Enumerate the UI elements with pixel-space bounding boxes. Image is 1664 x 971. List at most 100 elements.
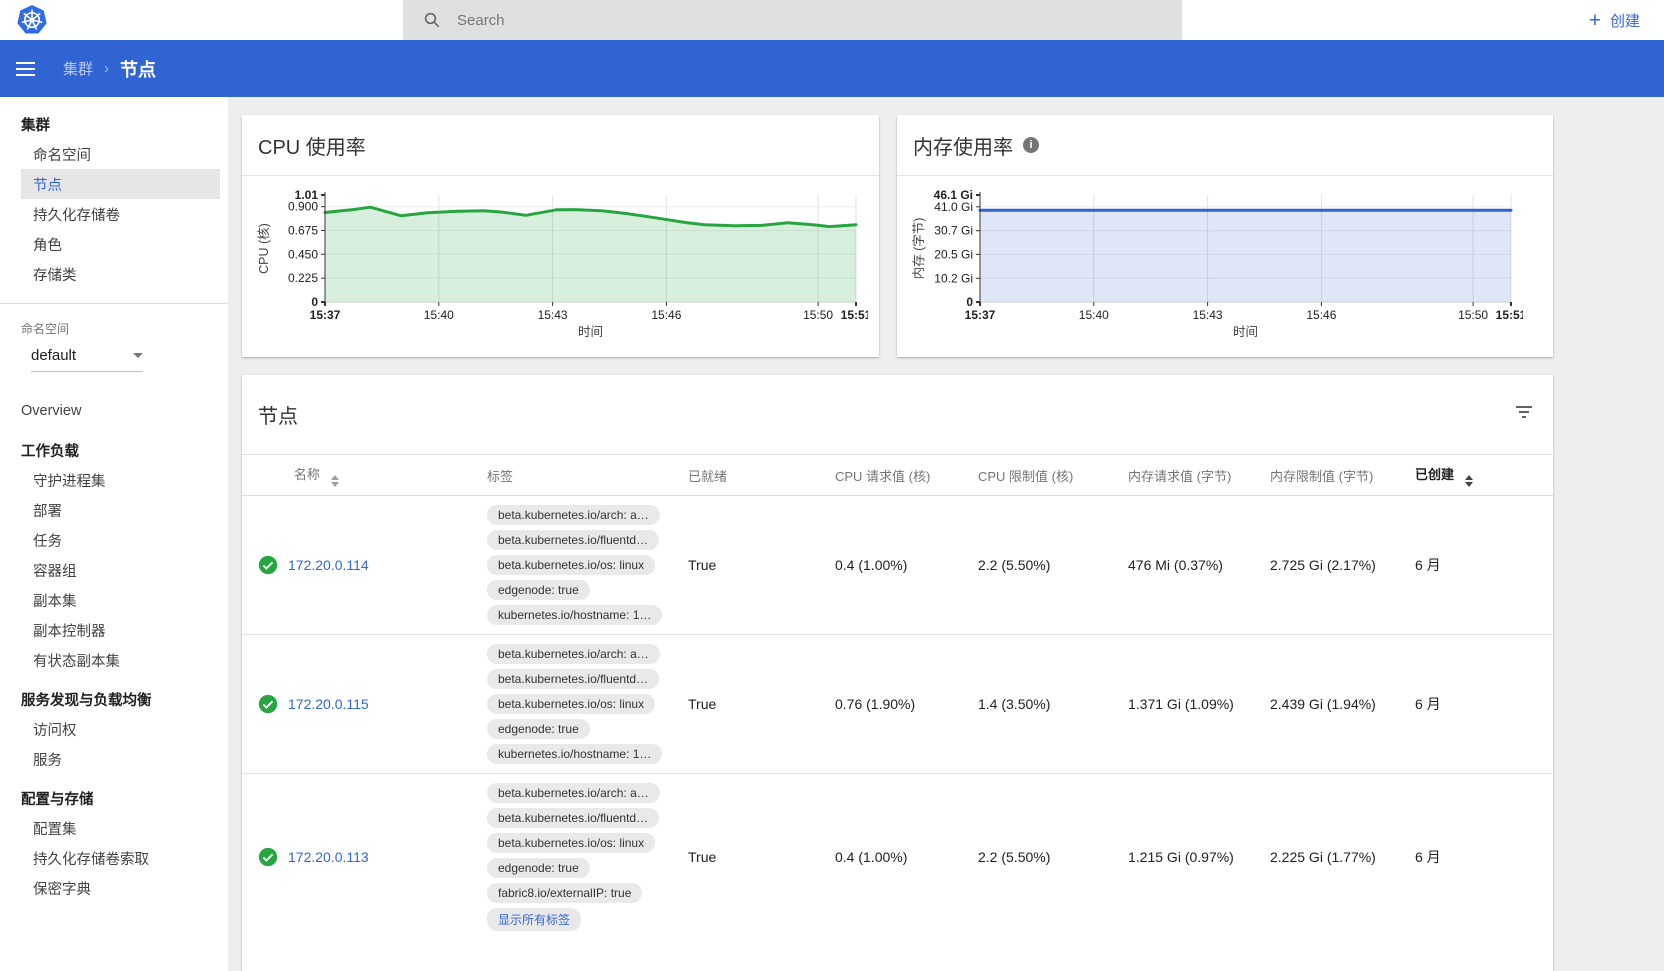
- node-link[interactable]: 172.20.0.115: [288, 696, 369, 712]
- sidebar-item-pods[interactable]: 容器组: [0, 555, 228, 585]
- memory-chart-title: 内存使用率: [913, 131, 1013, 160]
- show-all-labels-link[interactable]: 显示所有标签: [487, 908, 581, 931]
- cpu-limits-cell: 1.4 (3.50%): [978, 696, 1128, 712]
- label-chip: beta.kubernetes.io/arch: a…: [487, 505, 660, 525]
- column-header-name[interactable]: 名称: [258, 464, 487, 487]
- svg-text:0.675: 0.675: [288, 224, 318, 238]
- sidebar-item-roles[interactable]: 角色: [0, 229, 228, 259]
- search-input[interactable]: [457, 12, 1057, 29]
- breadcrumb: 集群 › 节点: [63, 56, 156, 82]
- chevron-right-icon: ›: [104, 60, 109, 77]
- table-row: 172.20.0.115 beta.kubernetes.io/arch: a……: [242, 635, 1553, 774]
- sidebar-item-replica-sets[interactable]: 副本集: [0, 585, 228, 615]
- sidebar-item-stateful-sets[interactable]: 有状态副本集: [0, 645, 228, 675]
- sidebar-item-persistent-volumes[interactable]: 持久化存储卷: [0, 199, 228, 229]
- node-link[interactable]: 172.20.0.114: [288, 557, 369, 573]
- table-row: 172.20.0.114 beta.kubernetes.io/arch: a……: [242, 496, 1553, 635]
- created-cell: 6 月: [1415, 694, 1553, 714]
- sidebar-divider: [0, 303, 228, 304]
- sidebar-item-config-maps[interactable]: 配置集: [0, 813, 228, 843]
- sidebar-item-persistent-volume-claims[interactable]: 持久化存储卷索取: [0, 843, 228, 873]
- nodes-table-card: 节点 名称 标签 已就绪 CPU 请求值 (核) CPU 限制值 (核: [242, 375, 1553, 971]
- sidebar-item-services[interactable]: 服务: [0, 744, 228, 774]
- namespace-select[interactable]: default: [31, 347, 143, 372]
- svg-text:15:51: 15:51: [1496, 308, 1523, 322]
- svg-text:0: 0: [311, 295, 318, 309]
- table-row: 172.20.0.113 beta.kubernetes.io/arch: a……: [242, 774, 1553, 940]
- status-ok-icon: [258, 555, 288, 575]
- ready-cell: True: [688, 849, 835, 865]
- column-header-memory-limits: 内存限制值 (字节): [1270, 466, 1415, 485]
- svg-text:15:46: 15:46: [651, 308, 681, 322]
- kubernetes-logo-icon[interactable]: [16, 4, 48, 36]
- label-chip: fabric8.io/externalIP: true: [487, 883, 642, 903]
- svg-text:15:37: 15:37: [965, 308, 996, 322]
- sort-icon: [331, 475, 339, 487]
- label-chip: beta.kubernetes.io/fluentd…: [487, 669, 659, 689]
- label-chip: beta.kubernetes.io/fluentd…: [487, 530, 659, 550]
- svg-text:15:40: 15:40: [1079, 308, 1109, 322]
- memory-requests-cell: 476 Mi (0.37%): [1128, 557, 1270, 573]
- sidebar-item-namespaces[interactable]: 命名空间: [0, 139, 228, 169]
- sidebar-header-cluster: 集群: [0, 109, 228, 139]
- sort-icon: [1465, 475, 1473, 487]
- sidebar-item-overview[interactable]: Overview: [0, 396, 228, 426]
- breadcrumb-bar: 集群 › 节点: [0, 40, 1664, 97]
- breadcrumb-parent[interactable]: 集群: [63, 58, 93, 79]
- label-chip: beta.kubernetes.io/arch: a…: [487, 644, 660, 664]
- sidebar-header-config-storage: 配置与存储: [0, 783, 228, 813]
- svg-text:20.5 Gi: 20.5 Gi: [934, 247, 973, 261]
- svg-text:15:40: 15:40: [424, 308, 454, 322]
- plus-icon: +: [1589, 10, 1601, 31]
- sidebar-header-discovery: 服务发现与负载均衡: [0, 684, 228, 714]
- created-cell: 6 月: [1415, 555, 1553, 575]
- svg-text:15:43: 15:43: [1193, 308, 1223, 322]
- cpu-chart-title: CPU 使用率: [258, 131, 366, 160]
- sidebar-item-daemon-sets[interactable]: 守护进程集: [0, 465, 228, 495]
- create-button-label: 创建: [1610, 10, 1640, 31]
- svg-text:41.0 Gi: 41.0 Gi: [934, 200, 973, 214]
- labels-cell: beta.kubernetes.io/arch: a… beta.kuberne…: [487, 635, 688, 773]
- status-ok-icon: [258, 694, 288, 714]
- svg-text:内存 (字节): 内存 (字节): [911, 218, 926, 280]
- memory-limits-cell: 2.725 Gi (2.17%): [1270, 557, 1415, 573]
- create-button[interactable]: + 创建: [1589, 0, 1640, 40]
- nodes-table-title: 节点: [258, 400, 298, 429]
- menu-icon[interactable]: [16, 57, 40, 81]
- column-header-labels: 标签: [487, 466, 688, 485]
- sidebar-item-jobs[interactable]: 任务: [0, 525, 228, 555]
- memory-requests-cell: 1.371 Gi (1.09%): [1128, 696, 1270, 712]
- cpu-usage-chart: 1.010.9000.6750.4500.225015:3715:4015:43…: [254, 188, 868, 340]
- node-link[interactable]: 172.20.0.113: [288, 849, 369, 865]
- sidebar-item-replication-controllers[interactable]: 副本控制器: [0, 615, 228, 645]
- page-title: 节点: [120, 56, 156, 82]
- column-header-created[interactable]: 已创建: [1415, 464, 1553, 487]
- column-header-memory-requests: 内存请求值 (字节): [1128, 466, 1270, 485]
- cpu-requests-cell: 0.76 (1.90%): [835, 696, 978, 712]
- memory-usage-card: 内存使用率 i 46.1 Gi41.0 Gi30.7 Gi20.5 Gi10.2…: [897, 115, 1553, 357]
- memory-limits-cell: 2.225 Gi (1.77%): [1270, 849, 1415, 865]
- svg-text:0.225: 0.225: [288, 271, 318, 285]
- svg-text:15:50: 15:50: [1458, 308, 1488, 322]
- info-icon[interactable]: i: [1023, 137, 1039, 153]
- filter-button[interactable]: [1511, 401, 1537, 428]
- sidebar-item-deployments[interactable]: 部署: [0, 495, 228, 525]
- sidebar-item-storage-classes[interactable]: 存储类: [0, 259, 228, 289]
- cpu-requests-cell: 0.4 (1.00%): [835, 557, 978, 573]
- sidebar: 集群 命名空间 节点 持久化存储卷 角色 存储类 命名空间 default Ov…: [0, 97, 228, 971]
- status-ok-icon: [258, 847, 288, 867]
- sidebar-item-ingresses[interactable]: 访问权: [0, 714, 228, 744]
- svg-text:15:50: 15:50: [803, 308, 833, 322]
- search-bar: [403, 0, 1182, 40]
- svg-text:0: 0: [966, 295, 973, 309]
- column-header-cpu-limits: CPU 限制值 (核): [978, 466, 1128, 485]
- sidebar-item-nodes[interactable]: 节点: [21, 169, 220, 199]
- memory-requests-cell: 1.215 Gi (0.97%): [1128, 849, 1270, 865]
- sidebar-item-secrets[interactable]: 保密字典: [0, 873, 228, 903]
- cpu-limits-cell: 2.2 (5.50%): [978, 557, 1128, 573]
- label-chip: edgenode: true: [487, 580, 590, 600]
- svg-text:30.7 Gi: 30.7 Gi: [934, 224, 973, 238]
- label-chip: kubernetes.io/hostname: 1…: [487, 605, 662, 625]
- main-content: CPU 使用率 1.010.9000.6750.4500.225015:3715…: [228, 97, 1664, 971]
- svg-text:15:37: 15:37: [310, 308, 341, 322]
